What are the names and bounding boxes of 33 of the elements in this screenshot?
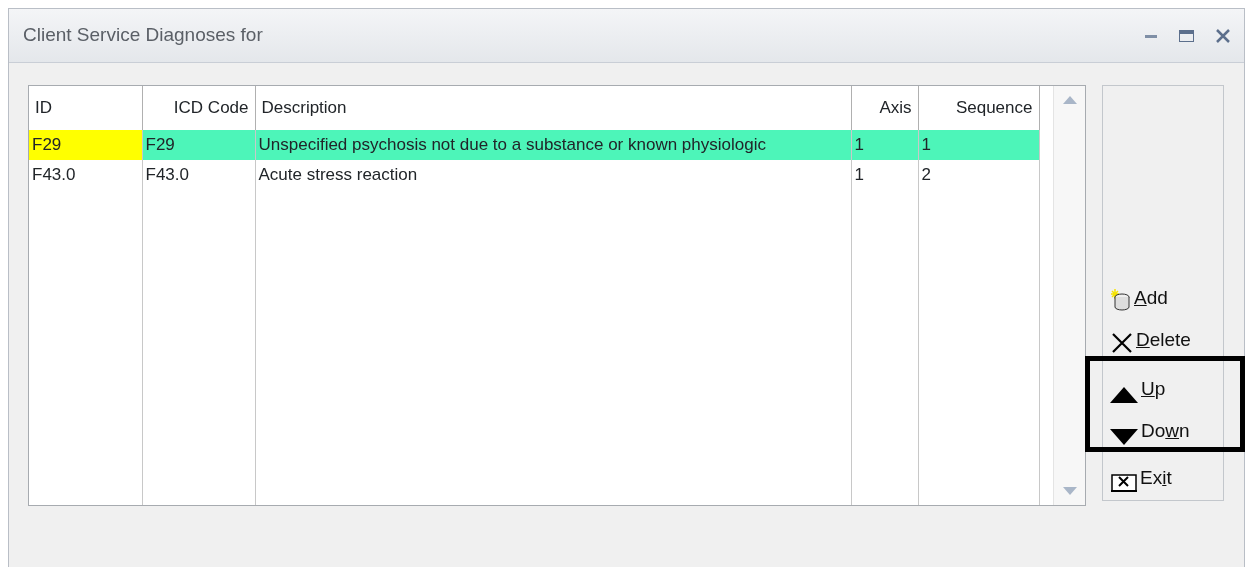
scroll-up-icon[interactable]: [1062, 96, 1077, 104]
triangle-down-icon: [1110, 429, 1138, 445]
table-cell: Unspecified psychosis not due to a substance or known physiologic: [258, 135, 766, 155]
toolbar-button[interactable]: Exit: [1111, 452, 1223, 494]
toolbar-button[interactable]: Delete: [1111, 314, 1223, 356]
toolbar-button[interactable]: Add: [1111, 272, 1223, 314]
exit-icon: [1111, 474, 1137, 492]
column-header[interactable]: ID: [35, 98, 52, 118]
table-cell: F43.0: [145, 165, 189, 185]
column-header[interactable]: ICD Code: [173, 98, 249, 118]
table-cell: 1: [854, 165, 864, 185]
close-icon[interactable]: [1216, 28, 1230, 43]
table-cell: F43.0: [32, 165, 76, 185]
table-cell: Acute stress reaction: [258, 165, 418, 185]
table-row[interactable]: F43.0 F43.0 Acute stress reaction 1 2: [29, 160, 1039, 190]
scroll-down-icon[interactable]: [1062, 487, 1077, 495]
toolbar-button[interactable]: Down: [1110, 405, 1190, 447]
table-cell: F29: [32, 135, 62, 155]
table-cell: 1: [921, 135, 931, 155]
column-header[interactable]: Sequence: [955, 98, 1033, 118]
window-title: Client Service Diagnoses for: [23, 23, 263, 48]
scrollbar[interactable]: [1053, 86, 1085, 505]
triangle-up-icon: [1110, 387, 1138, 403]
database-icon: [1111, 288, 1131, 312]
minimize-icon[interactable]: [1145, 33, 1157, 38]
toolbar-button[interactable]: Up: [1110, 363, 1166, 405]
column-header[interactable]: Description: [261, 98, 347, 118]
column-header[interactable]: Axis: [879, 98, 912, 118]
maximize-icon[interactable]: [1179, 29, 1194, 42]
close-icon: [1111, 332, 1133, 354]
table-cell: 1: [854, 135, 864, 155]
table-cell: 2: [921, 165, 931, 185]
table-cell: F29: [145, 135, 175, 155]
